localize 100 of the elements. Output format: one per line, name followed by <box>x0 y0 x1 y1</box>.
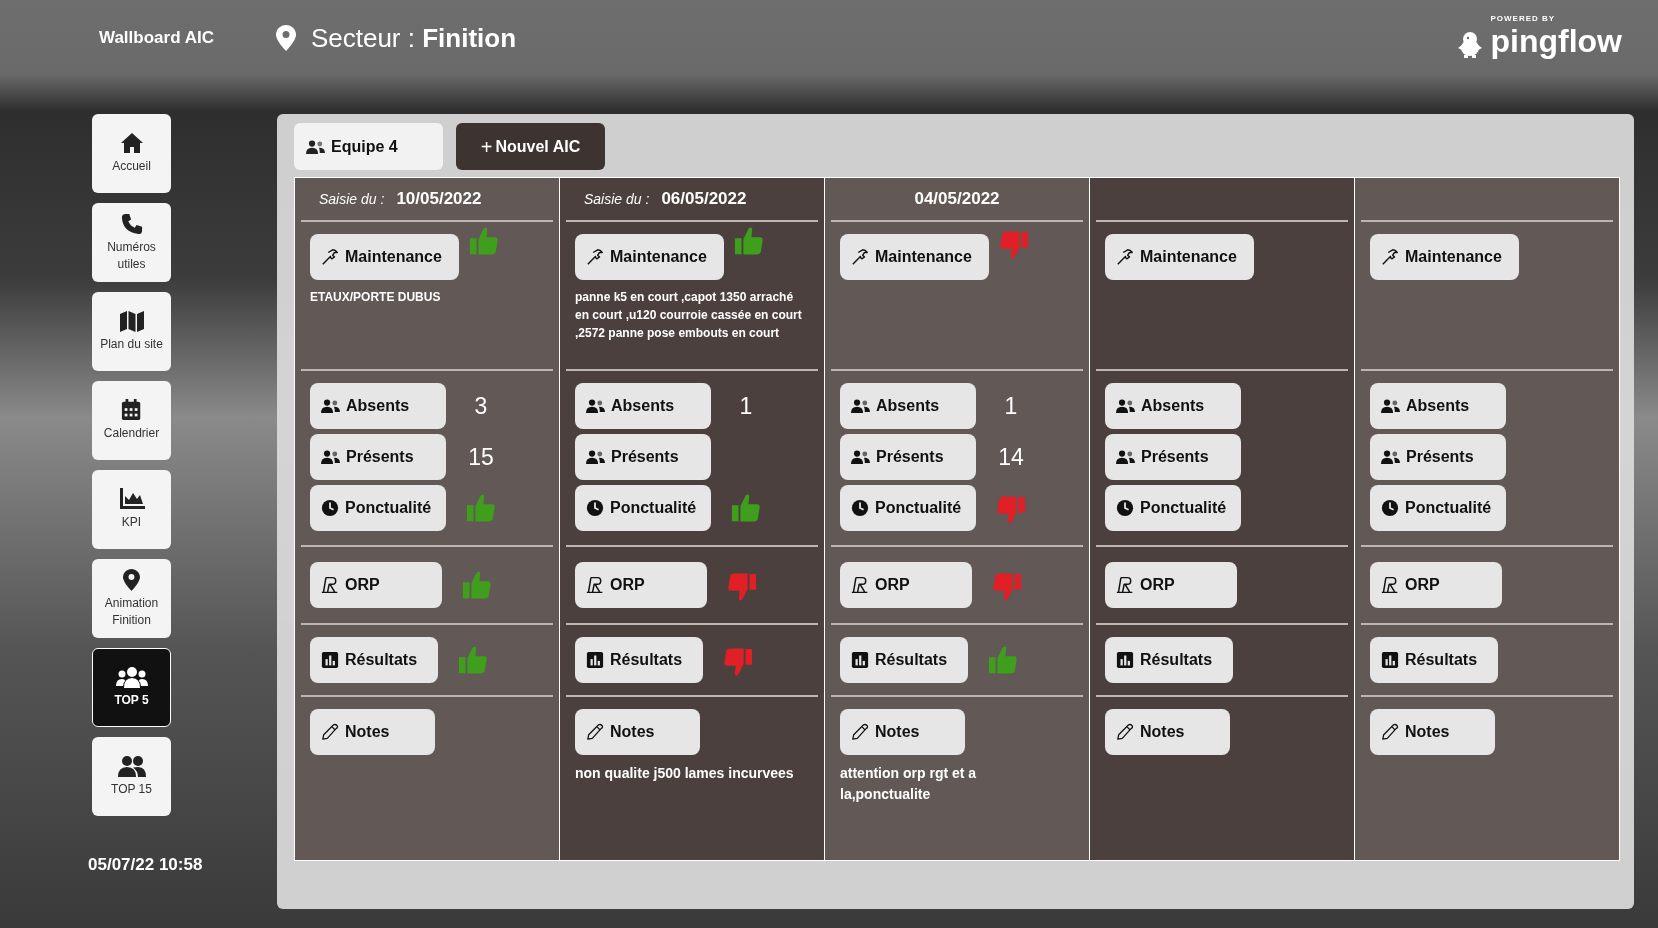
pencil-icon <box>586 723 604 741</box>
bar-chart-icon <box>321 651 339 669</box>
entry-date: 06/05/2022 <box>661 188 747 211</box>
count-value: 3 <box>473 391 489 421</box>
clock-icon <box>851 499 869 517</box>
section-button[interactable]: Absents <box>840 383 976 429</box>
nav-button[interactable]: Animation Finition <box>92 559 171 638</box>
section-button[interactable]: Présents <box>840 434 976 480</box>
pencil-icon <box>321 723 339 741</box>
group-icon <box>115 666 148 688</box>
team-button[interactable]: Equipe 4 <box>294 123 443 170</box>
bar-chart-icon <box>586 651 604 669</box>
section-button[interactable]: Présents <box>1105 434 1241 480</box>
section-button[interactable]: Présents <box>1370 434 1506 480</box>
nav-button[interactable]: Accueil <box>92 114 171 193</box>
nav-button[interactable]: TOP 15 <box>92 737 171 816</box>
users-icon <box>851 399 870 413</box>
location-pin-icon <box>123 568 140 591</box>
entry-label: Saisie du : <box>584 189 650 209</box>
section-button[interactable]: Résultats <box>1370 637 1498 683</box>
nav-button[interactable]: Numéros utiles <box>92 203 171 282</box>
count-value: 1 <box>738 391 754 421</box>
maintenance-note: ETAUX/PORTE DUBUS <box>310 289 442 306</box>
pencil-icon <box>851 723 869 741</box>
sector-title: Secteur : Finition <box>310 21 517 55</box>
nav-button[interactable]: Plan du site <box>92 292 171 371</box>
section-button[interactable]: Résultats <box>575 637 703 683</box>
users-icon <box>1381 399 1400 413</box>
users-icon <box>1116 399 1135 413</box>
note-text: attention orp rgt et a la,ponctualite <box>840 764 978 804</box>
clock-icon <box>1381 499 1399 517</box>
users-icon <box>1116 450 1135 464</box>
powered-by-text: POWERED BY <box>1490 13 1556 25</box>
clock-icon <box>321 499 339 517</box>
section-button[interactable]: Présents <box>575 434 711 480</box>
count-value: 15 <box>467 442 495 472</box>
section-button[interactable]: Maintenance <box>575 234 724 280</box>
section-button[interactable]: Notes <box>310 709 435 755</box>
hammer-icon <box>1116 248 1134 266</box>
users-icon <box>1381 450 1400 464</box>
hammer-icon <box>1381 248 1399 266</box>
section-button[interactable]: ORP <box>840 562 972 608</box>
entry-date: 10/05/2022 <box>396 188 482 211</box>
users-icon <box>321 450 340 464</box>
section-button[interactable]: Résultats <box>840 637 968 683</box>
section-button[interactable]: Ponctualité <box>840 485 976 531</box>
section-button[interactable]: Présents <box>310 434 446 480</box>
users-icon <box>586 450 605 464</box>
section-button[interactable]: Ponctualité <box>310 485 446 531</box>
area-chart-icon <box>118 488 145 510</box>
section-button[interactable]: Ponctualité <box>575 485 711 531</box>
note-text: non qualite j500 lames incurvees <box>575 764 795 783</box>
maintenance-note: panne k5 en court ,capot 1350 arraché en court ,u120 courroie cassée en court ,2572 panne pose embouts en court <box>575 289 803 342</box>
section-button[interactable]: Ponctualité <box>1370 485 1506 531</box>
users-icon <box>321 399 340 413</box>
section-button[interactable]: ORP <box>1370 562 1502 608</box>
section-button[interactable]: ORP <box>575 562 707 608</box>
section-button[interactable]: Absents <box>1105 383 1241 429</box>
users-icon <box>586 399 605 413</box>
section-button[interactable]: ORP <box>1105 562 1237 608</box>
users-icon <box>851 450 870 464</box>
section-button[interactable]: Notes <box>1370 709 1495 755</box>
location-pin-icon <box>275 25 296 51</box>
entry-date: 04/05/2022 <box>914 188 1000 211</box>
section-button[interactable]: Maintenance <box>310 234 459 280</box>
count-value: 1 <box>1003 391 1019 421</box>
section-button[interactable]: Absents <box>1370 383 1506 429</box>
calendar-icon <box>121 399 142 421</box>
count-value: 14 <box>997 442 1025 472</box>
bar-chart-icon <box>851 651 869 669</box>
section-button[interactable]: Résultats <box>1105 637 1233 683</box>
nav-button[interactable]: KPI <box>92 470 171 549</box>
new-aic-button[interactable]: +Nouvel AIC <box>456 123 605 170</box>
section-button[interactable]: Maintenance <box>1105 234 1254 280</box>
brand-logo-text: pingflow <box>1490 25 1622 61</box>
section-button[interactable]: Absents <box>310 383 446 429</box>
section-button[interactable]: Absents <box>575 383 711 429</box>
entry-label: Saisie du : <box>319 189 385 209</box>
nav-button[interactable]: Calendrier <box>92 381 171 460</box>
hammer-icon <box>851 248 869 266</box>
hammer-icon <box>321 248 339 266</box>
section-button[interactable]: Résultats <box>310 637 438 683</box>
section-button[interactable]: Maintenance <box>840 234 989 280</box>
section-button[interactable]: Notes <box>840 709 965 755</box>
section-button[interactable]: Notes <box>575 709 700 755</box>
date-time: 05/07/22 10:58 <box>88 854 203 876</box>
users-icon <box>116 755 147 777</box>
section-button[interactable]: Maintenance <box>1370 234 1519 280</box>
map-icon <box>118 310 145 332</box>
section-button[interactable]: ORP <box>310 562 442 608</box>
pencil-icon <box>1381 723 1399 741</box>
users-icon <box>306 139 325 154</box>
pencil-icon <box>1116 723 1134 741</box>
nav-button[interactable]: TOP 5 <box>92 648 171 727</box>
bar-chart-icon <box>1116 651 1134 669</box>
section-button[interactable]: Ponctualité <box>1105 485 1241 531</box>
section-button[interactable]: Notes <box>1105 709 1230 755</box>
clock-icon <box>1116 499 1134 517</box>
phone-icon <box>120 212 143 235</box>
home-icon <box>119 132 144 154</box>
